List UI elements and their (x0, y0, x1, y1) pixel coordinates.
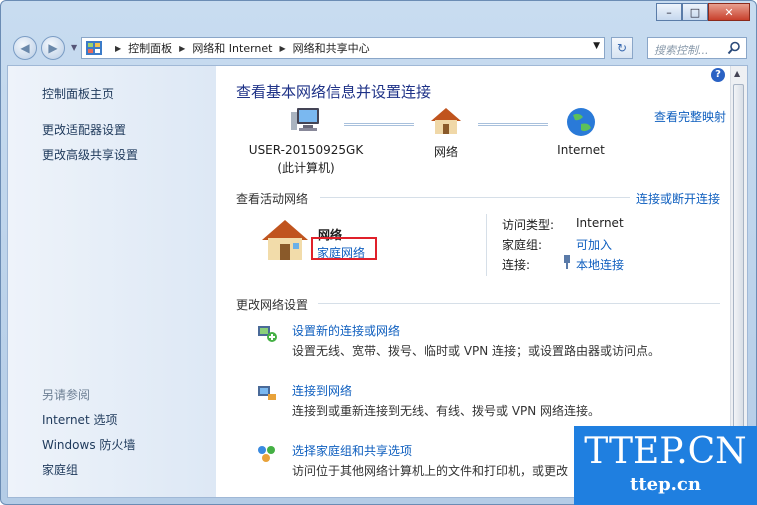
search-placeholder: 搜索控制... (654, 44, 709, 57)
back-button[interactable]: ◀ (13, 36, 37, 60)
sidebar-item-change-adapter-settings[interactable]: 更改适配器设置 (42, 121, 126, 138)
setup-connection-link[interactable]: 设置新的连接或网络 (292, 322, 400, 339)
local-connection-link[interactable]: 本地连接 (576, 256, 624, 273)
view-full-map-link[interactable]: 查看完整映射 (654, 108, 726, 125)
connect-network-icon (258, 386, 276, 400)
address-dropdown-icon[interactable]: ▼ (593, 41, 600, 51)
divider (318, 303, 720, 304)
divider (486, 214, 487, 276)
connection-label: 连接: (502, 258, 531, 272)
see-also-heading: 另请参阅 (42, 388, 91, 402)
homegroup-sharing-link[interactable]: 选择家庭组和共享选项 (292, 442, 412, 459)
control-panel-icon (86, 41, 102, 55)
address-bar[interactable]: ▶ 控制面板 ▶ 网络和 Internet ▶ 网络和共享中心 ▼ (81, 37, 605, 59)
homegroup-join-link[interactable]: 可加入 (576, 236, 612, 253)
back-arrow-icon: ◀ (20, 41, 30, 55)
highlight-box (311, 237, 377, 260)
connect-network-link[interactable]: 连接到网络 (292, 382, 352, 399)
breadcrumb-separator-icon[interactable]: ▶ (280, 44, 286, 53)
ethernet-icon (564, 255, 570, 269)
house-icon (431, 108, 461, 134)
setup-connection-icon (258, 326, 277, 342)
connect-disconnect-link[interactable]: 连接或断开连接 (636, 190, 720, 207)
breadcrumb-network-sharing-center[interactable]: 网络和共享中心 (293, 40, 370, 56)
internet-node[interactable]: Internet (546, 106, 616, 157)
access-type-label: 访问类型: (502, 218, 555, 232)
change-settings-heading: 更改网络设置 (236, 298, 309, 312)
refresh-button[interactable]: ↻ (611, 37, 633, 59)
minimize-button[interactable]: – (656, 3, 682, 21)
search-icon[interactable] (727, 41, 741, 55)
homegroup-label: 家庭组: (502, 238, 543, 252)
network-node-label: 网络 (433, 145, 458, 159)
watermark-small-text: ttep.cn (630, 474, 701, 495)
scroll-up-icon[interactable]: ▲ (734, 69, 740, 78)
maximize-button[interactable]: □ (682, 3, 708, 21)
search-input[interactable]: 搜索控制... (647, 37, 747, 59)
network-node[interactable]: 网络 (416, 106, 476, 160)
sidebar: 控制面板主页 更改适配器设置 更改高级共享设置 另请参阅 Internet 选项… (8, 66, 216, 497)
globe-icon (567, 108, 595, 136)
divider (320, 197, 630, 198)
recent-pages-dropdown-icon[interactable]: ▼ (71, 43, 77, 52)
breadcrumb-separator-icon: ▶ (115, 43, 122, 53)
map-connector (478, 123, 548, 127)
sidebar-item-internet-options[interactable]: Internet 选项 (42, 411, 117, 428)
forward-arrow-icon: ▶ (48, 41, 58, 55)
navigation-bar: ◀ ▶ ▼ ▶ 控制面板 ▶ 网络和 Internet ▶ 网络和共享中心 ▼ … (7, 33, 748, 63)
close-button[interactable]: ✕ (708, 3, 750, 21)
refresh-icon: ↻ (616, 41, 628, 55)
connect-network-desc: 连接到或重新连接到无线、有线、拨号或 VPN 网络连接。 (292, 404, 601, 418)
title-bar: – □ ✕ (1, 1, 756, 31)
scrollbar-thumb[interactable] (733, 84, 744, 464)
breadcrumb-control-panel[interactable]: 控制面板 (128, 40, 172, 56)
computer-name: USER-20150925GK (248, 143, 364, 157)
computer-node[interactable]: USER-20150925GK (此计算机) (246, 106, 366, 176)
sidebar-item-homegroup[interactable]: 家庭组 (42, 461, 78, 478)
forward-button[interactable]: ▶ (41, 36, 65, 60)
breadcrumb-separator-icon[interactable]: ▶ (179, 44, 185, 53)
homegroup-sharing-icon (258, 446, 275, 462)
sidebar-item-windows-firewall[interactable]: Windows 防火墙 (42, 436, 135, 453)
page-title: 查看基本网络信息并设置连接 (236, 83, 432, 101)
computer-subtitle: (此计算机) (277, 161, 335, 175)
sidebar-item-change-advanced-sharing[interactable]: 更改高级共享设置 (42, 146, 138, 163)
homegroup-sharing-desc: 访问位于其他网络计算机上的文件和打印机，或更改 (292, 464, 569, 478)
watermark-logo: TTEP.CN ttep.cn (574, 426, 757, 505)
setup-connection-desc: 设置无线、宽带、拨号、临时或 VPN 连接；或设置路由器或访问点。 (292, 344, 661, 358)
help-icon[interactable]: ? (711, 68, 725, 82)
sidebar-item-control-panel-home[interactable]: 控制面板主页 (42, 85, 114, 102)
active-networks-heading: 查看活动网络 (236, 192, 309, 206)
home-network-icon (262, 220, 308, 260)
internet-node-label: Internet (557, 143, 605, 157)
breadcrumb-network-internet[interactable]: 网络和 Internet (192, 40, 272, 56)
map-connector (344, 123, 414, 127)
watermark-big-text: TTEP.CN (584, 431, 747, 472)
computer-icon (291, 108, 319, 131)
access-type-value: Internet (576, 216, 624, 230)
